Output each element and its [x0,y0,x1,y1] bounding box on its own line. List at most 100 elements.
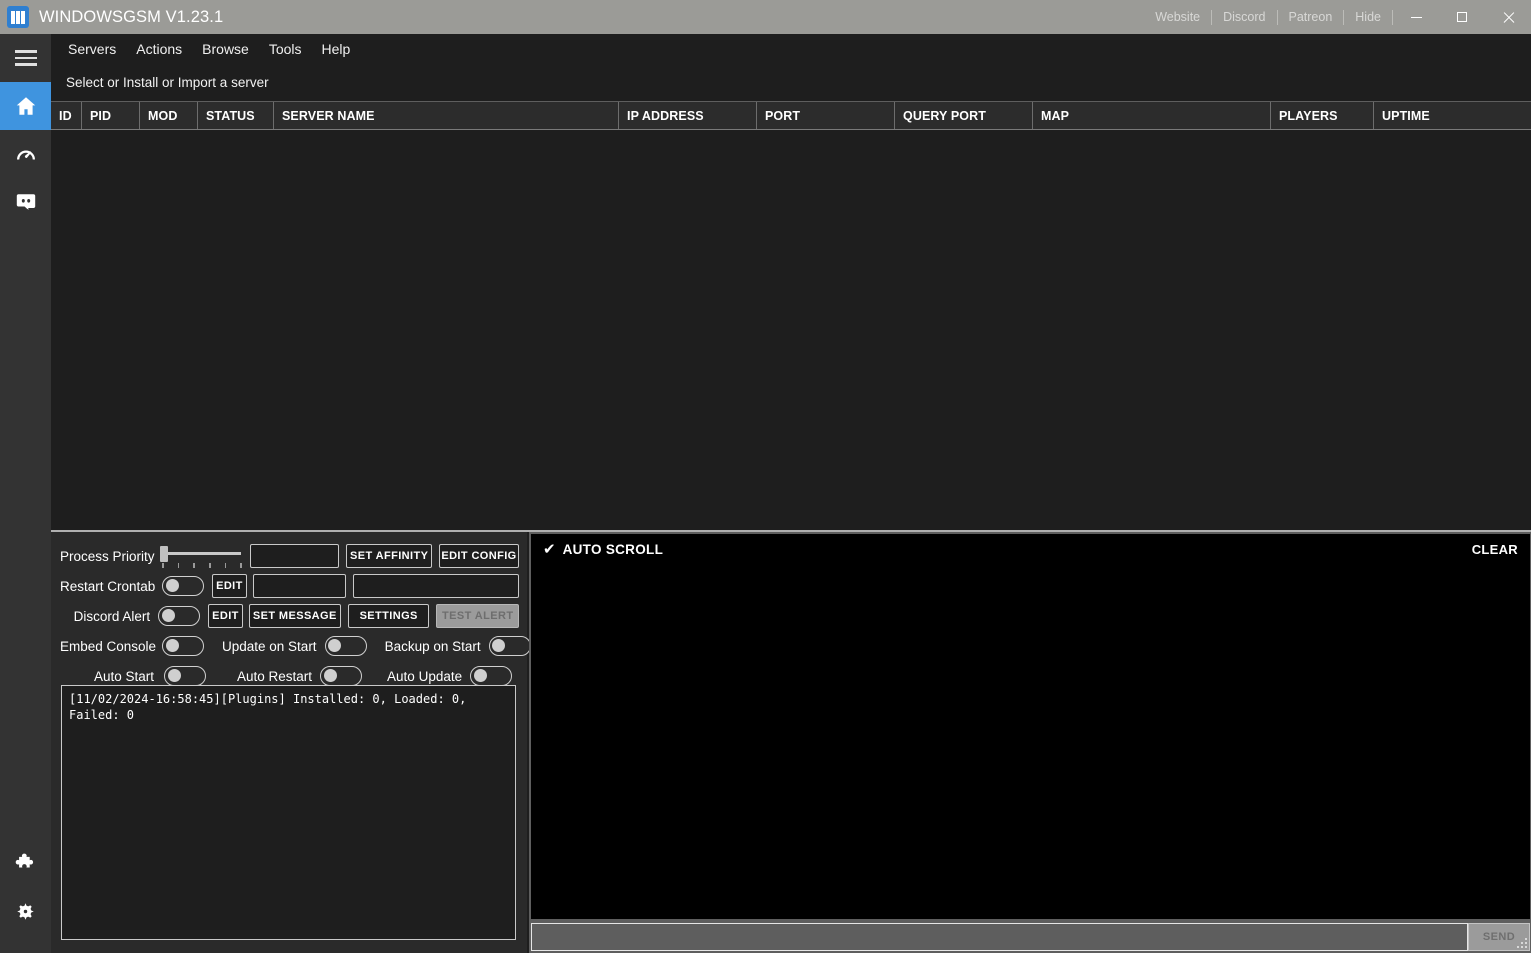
process-priority-row: Process Priority SET AFFINITY EDIT CONFI… [60,541,519,571]
restart-crontab-label: Restart Crontab [60,578,156,594]
column-header-ip-address[interactable]: IP ADDRESS [619,102,757,129]
discord-alert-toggle[interactable] [158,606,201,626]
minimize-button[interactable] [1393,0,1439,34]
auto-start-toggle[interactable] [164,666,206,686]
column-header-id[interactable]: ID [51,102,82,129]
sidebar-item-dashboard[interactable] [0,130,51,178]
hamburger-menu-button[interactable] [0,34,51,82]
auto-start-label: Auto Start [93,668,154,684]
update-on-start-label: Update on Start [222,638,317,654]
discord-alert-edit-button[interactable]: EDIT [208,604,243,628]
sidebar [0,34,51,953]
process-priority-slider[interactable] [160,543,244,569]
column-header-query-port[interactable]: QUERY PORT [895,102,1033,129]
embed-console-label: Embed Console [60,638,157,654]
restart-crontab-field-2[interactable] [352,574,519,598]
column-header-map[interactable]: MAP [1033,102,1271,129]
column-header-server-name[interactable]: SERVER NAME [274,102,619,129]
test-alert-button: TEST ALERT [436,604,520,628]
process-priority-label: Process Priority [60,548,155,564]
patreon-link[interactable]: Patreon [1278,0,1344,34]
toggle-knob [165,579,179,593]
process-priority-value-field[interactable] [250,544,340,568]
auto-scroll-label: AUTO SCROLL [562,541,664,557]
restart-crontab-toggle[interactable] [162,576,204,596]
console-toolbar: ✔ AUTO SCROLL CLEAR [531,534,1530,564]
send-button: SEND [1468,923,1530,951]
close-button[interactable] [1485,0,1531,34]
auto-update-toggle[interactable] [470,666,513,686]
close-icon [1502,11,1514,23]
resize-grip-icon[interactable] [1516,937,1527,948]
clear-console-button[interactable]: CLEAR [1468,540,1522,559]
sidebar-item-settings[interactable] [0,887,51,935]
auto-scroll-checkbox[interactable]: ✔ AUTO SCROLL [543,542,663,557]
auto-restart-label: Auto Restart [237,668,313,684]
menu-servers[interactable]: Servers [58,37,126,61]
embed-console-toggle[interactable] [162,636,204,656]
menu-bar: Servers Actions Browse Tools Help [51,34,1531,63]
column-header-port[interactable]: PORT [757,102,895,129]
column-header-status[interactable]: STATUS [198,102,274,129]
maximize-icon [1457,12,1467,22]
restart-crontab-row: Restart Crontab EDIT [60,571,519,601]
maximize-button[interactable] [1439,0,1485,34]
slider-thumb[interactable] [160,546,168,562]
console-output-area[interactable]: ✔ AUTO SCROLL CLEAR [531,534,1530,919]
toggles-row-1: Embed Console Update on Start Backup on … [60,631,531,661]
console-text [531,564,1530,919]
column-header-uptime[interactable]: UPTIME [1374,102,1531,129]
toggle-knob [167,669,181,683]
server-table-header: ID PID MOD STATUS SERVER NAME IP ADDRESS… [51,102,1531,130]
server-settings-panel: Process Priority SET AFFINITY EDIT CONFI… [51,532,531,953]
server-table-body[interactable] [51,130,1531,530]
discord-settings-button[interactable]: SETTINGS [347,604,430,628]
auto-restart-toggle[interactable] [320,666,363,686]
status-text: Select or Install or Import a server [66,74,269,90]
toggle-knob [328,639,342,653]
server-table: ID PID MOD STATUS SERVER NAME IP ADDRESS… [51,101,1531,530]
console-command-input[interactable] [531,923,1468,951]
slider-ticks [162,563,242,568]
server-rack-icon [7,6,29,28]
backup-on-start-toggle[interactable] [488,636,531,656]
website-link[interactable]: Website [1144,0,1211,34]
discord-alert-label: Discord Alert [73,608,151,624]
edit-config-button[interactable]: EDIT CONFIG [438,544,519,568]
set-message-button[interactable]: SET MESSAGE [248,604,341,628]
menu-browse[interactable]: Browse [192,37,259,61]
discord-link[interactable]: Discord [1212,0,1276,34]
title-bar: WINDOWSGSM V1.23.1 Website Discord Patre… [0,0,1531,34]
sidebar-item-plugins[interactable] [0,839,51,887]
toggle-knob [165,639,179,653]
console-panel: ✔ AUTO SCROLL CLEAR SEND [529,532,1531,953]
sidebar-item-discord[interactable] [0,178,51,226]
backup-on-start-label: Backup on Start [384,638,481,654]
hamburger-icon [14,50,37,66]
gear-icon [17,902,34,920]
puzzle-piece-icon [15,853,33,868]
column-header-pid[interactable]: PID [82,102,140,129]
set-affinity-button[interactable]: SET AFFINITY [346,544,432,568]
menu-actions[interactable]: Actions [126,37,192,61]
discord-alert-row: Discord Alert EDIT SET MESSAGE SETTINGS … [60,601,520,631]
auto-update-label: Auto Update [387,668,463,684]
update-on-start-toggle[interactable] [324,636,367,656]
home-icon [16,97,35,115]
restart-crontab-field-1[interactable] [252,574,346,598]
toggle-knob [492,639,506,653]
hide-link[interactable]: Hide [1344,0,1392,34]
plugin-log-text: [11/02/2024-16:58:45][Plugins] Installed… [69,692,474,722]
menu-tools[interactable]: Tools [259,37,312,61]
title-bar-right: Website Discord Patreon Hide [1144,0,1531,34]
restart-crontab-edit-button[interactable]: EDIT [212,574,247,598]
column-header-mod[interactable]: MOD [140,102,198,129]
menu-help[interactable]: Help [312,37,361,61]
column-header-players[interactable]: PLAYERS [1271,102,1374,129]
send-button-label: SEND [1482,931,1516,943]
toggle-knob [161,609,175,623]
status-line: Select or Install or Import a server [51,63,1531,101]
plugin-log-box[interactable]: [11/02/2024-16:58:45][Plugins] Installed… [61,685,516,940]
sidebar-item-home[interactable] [0,82,51,130]
slider-track [163,552,241,555]
